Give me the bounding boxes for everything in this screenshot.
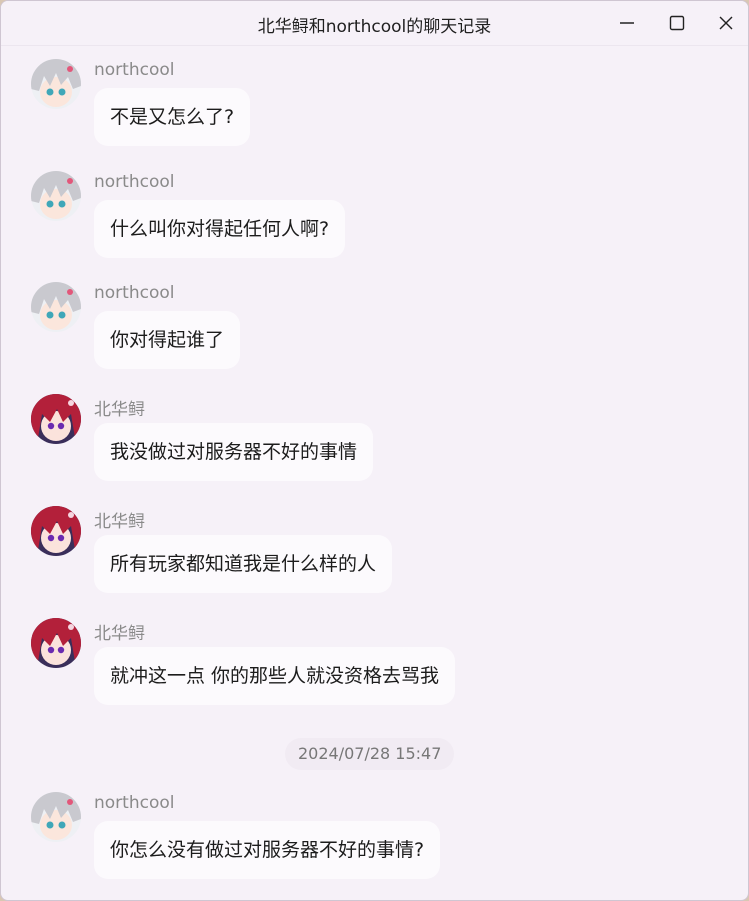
northcool-avatar[interactable] <box>31 792 81 842</box>
message-list[interactable]: northcool 不是又怎么了? northcool 什么叫你对得起任何人啊? <box>1 46 748 900</box>
message-bubble[interactable]: 你怎么没有做过对服务器不好的事情? <box>94 821 441 879</box>
message-bubble[interactable]: 你对得起谁了 <box>94 311 241 369</box>
maximize-icon <box>669 15 685 31</box>
sender-name: northcool <box>94 283 175 303</box>
sender-name: 北华鲟 <box>94 400 145 420</box>
northcool-avatar[interactable] <box>31 282 81 332</box>
minimize-button[interactable] <box>607 7 647 39</box>
chat-history-window: 北华鲟和northcool的聊天记录 northcool 不是又怎么了? nor… <box>0 0 749 901</box>
beihuaxun-avatar[interactable] <box>31 394 81 444</box>
message-bubble[interactable]: 就冲这一点 你的那些人就没资格去骂我 <box>94 647 456 705</box>
message-bubble[interactable]: 我没做过对服务器不好的事情 <box>94 423 374 481</box>
title-bar[interactable]: 北华鲟和northcool的聊天记录 <box>1 1 748 46</box>
sender-name: 北华鲟 <box>94 512 145 532</box>
message-bubble[interactable]: 所有玩家都知道我是什么样的人 <box>94 535 393 593</box>
northcool-avatar[interactable] <box>31 171 81 221</box>
timestamp-divider: 2024/07/28 15:47 <box>285 738 455 770</box>
sender-name: northcool <box>94 172 175 192</box>
minimize-icon <box>620 22 634 24</box>
beihuaxun-avatar[interactable] <box>31 506 81 556</box>
beihuaxun-avatar[interactable] <box>31 618 81 668</box>
maximize-button[interactable] <box>657 7 697 39</box>
close-icon <box>719 16 733 30</box>
message-bubble[interactable]: 不是又怎么了? <box>94 88 251 146</box>
sender-name: northcool <box>94 793 175 813</box>
northcool-avatar[interactable] <box>31 59 81 109</box>
message-bubble[interactable]: 什么叫你对得起任何人啊? <box>94 200 346 258</box>
sender-name: 北华鲟 <box>94 624 145 644</box>
close-button[interactable] <box>706 7 746 39</box>
sender-name: northcool <box>94 60 175 80</box>
